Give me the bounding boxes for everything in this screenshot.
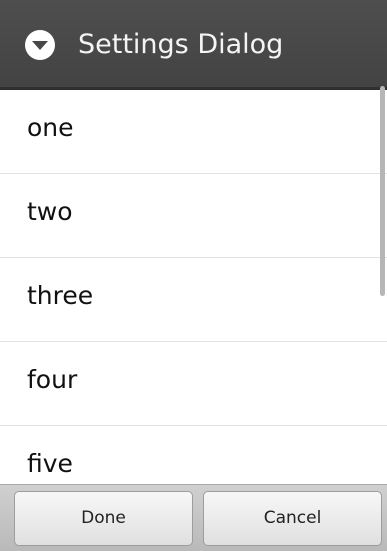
settings-list[interactable]: one two three four five: [0, 90, 387, 484]
list-item[interactable]: two: [0, 174, 387, 258]
list-item-label: one: [27, 113, 74, 142]
list-item[interactable]: five: [0, 426, 387, 484]
list-item[interactable]: three: [0, 258, 387, 342]
list-item[interactable]: four: [0, 342, 387, 426]
list-item-label: two: [27, 197, 73, 226]
dialog-button-bar: Done Cancel: [0, 484, 387, 551]
settings-dialog: Settings Dialog one two three four five …: [0, 0, 387, 551]
dialog-title-bar: Settings Dialog: [0, 0, 387, 90]
list-item-label: three: [27, 281, 94, 310]
cancel-button[interactable]: Cancel: [203, 491, 382, 546]
list-item-label: five: [27, 449, 73, 478]
list-item[interactable]: one: [0, 90, 387, 174]
list-item-label: four: [27, 365, 78, 394]
list-scrollbar[interactable]: [380, 86, 385, 296]
done-button[interactable]: Done: [14, 491, 193, 546]
dialog-title: Settings Dialog: [78, 29, 284, 60]
chevron-down-circle-icon: [24, 29, 56, 61]
